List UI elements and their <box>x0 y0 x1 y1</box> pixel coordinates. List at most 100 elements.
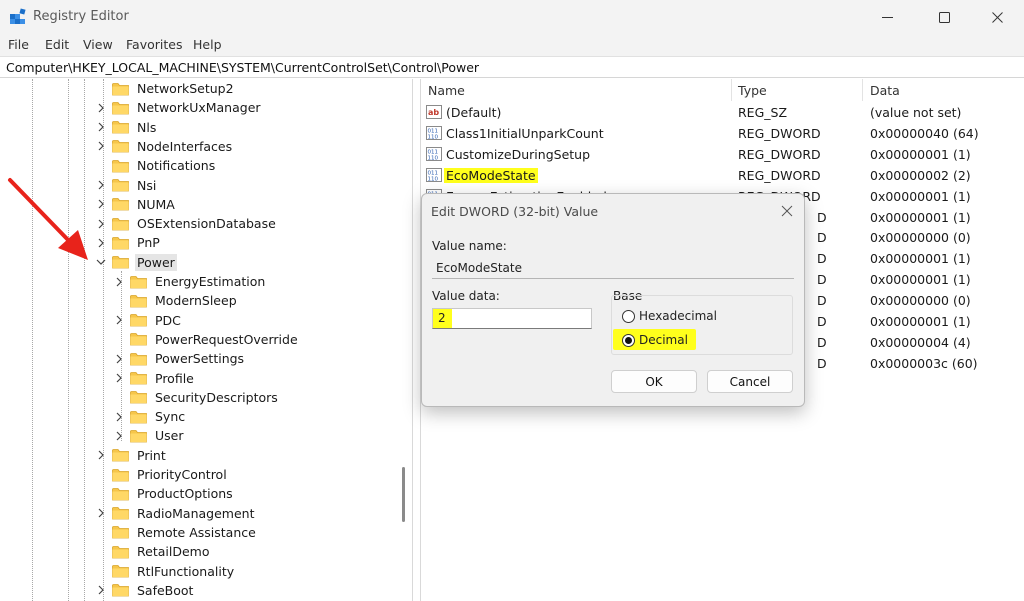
folder-icon <box>112 526 129 539</box>
chevron-right-icon[interactable] <box>113 411 125 423</box>
chevron-right-icon[interactable] <box>113 372 125 384</box>
folder-icon <box>130 333 147 346</box>
cancel-button[interactable]: Cancel <box>707 370 793 393</box>
folder-icon <box>112 545 129 559</box>
tree-node-label: PowerSettings <box>155 351 245 367</box>
decimal-label: Decimal <box>639 333 688 347</box>
maximize-button[interactable] <box>921 0 967 34</box>
value-data-cell: 0x00000040 (64) <box>870 125 979 141</box>
folder-icon <box>130 294 147 308</box>
key-tree-pane[interactable]: NetworkSetup2 NetworkUxManager Nls NodeInte… <box>0 79 413 601</box>
tree-node[interactable]: PowerSettings <box>113 349 246 368</box>
value-data-text: 2 <box>433 309 452 328</box>
tree-node[interactable]: Profile <box>113 369 196 388</box>
chevron-right-icon[interactable] <box>95 449 107 461</box>
tree-scrollbar-thumb[interactable] <box>402 467 405 522</box>
tree-node[interactable]: NUMA <box>95 195 177 214</box>
folder-icon <box>112 82 129 95</box>
value-row[interactable]: 011 110 CustomizeDuringSetup REG_DWORD 0x000… <box>421 144 1024 165</box>
column-header-type[interactable]: Type <box>738 83 767 98</box>
tree-node[interactable]: NodeInterfaces <box>95 137 234 156</box>
tree-node[interactable]: Nsi <box>95 176 158 195</box>
tree-node[interactable]: SafeBoot <box>95 581 195 600</box>
value-type-cell: D <box>817 334 827 350</box>
value-name-text: EcoModeState <box>444 167 538 183</box>
column-separator[interactable] <box>862 79 863 101</box>
dialog-close-icon[interactable] <box>779 203 795 219</box>
minimize-button[interactable] <box>864 0 910 34</box>
hexadecimal-radio[interactable]: Hexadecimal <box>622 309 717 323</box>
tree-node[interactable]: Power <box>95 253 177 272</box>
chevron-right-icon[interactable] <box>113 276 125 288</box>
tree-node[interactable]: PriorityControl <box>95 465 229 484</box>
value-name-text: Class1InitialUnparkCount <box>446 125 604 141</box>
annotation-arrow-icon <box>8 178 88 260</box>
no-expander <box>95 546 107 558</box>
ok-button[interactable]: OK <box>611 370 697 393</box>
tree-node[interactable]: RetailDemo <box>95 542 211 561</box>
registry-editor-app-icon <box>10 8 26 24</box>
tree-node-label: OSExtensionDatabase <box>137 216 276 232</box>
tree-node[interactable]: RtlFunctionality <box>95 562 236 581</box>
tree-node[interactable]: SecurityDescriptors <box>113 388 280 407</box>
value-data-cell: 0x00000001 (1) <box>870 314 971 329</box>
menu-file[interactable]: File <box>8 37 29 52</box>
value-name-text: CustomizeDuringSetup <box>446 146 591 162</box>
column-separator[interactable] <box>731 79 732 101</box>
folder-icon <box>112 217 129 230</box>
tree-node[interactable]: EnergyEstimation <box>113 272 267 291</box>
value-data-cell: 0x00000000 (0) <box>870 293 971 309</box>
chevron-right-icon[interactable] <box>113 353 125 365</box>
tree-node[interactable]: User <box>113 426 186 445</box>
title-bar: Registry Editor <box>0 0 1024 34</box>
tree-node[interactable]: Remote Assistance <box>95 523 258 542</box>
tree-node[interactable]: Notifications <box>95 156 217 175</box>
address-bar[interactable]: Computer\HKEY_LOCAL_MACHINE\SYSTEM\Curre… <box>0 56 1024 78</box>
value-data-input[interactable]: 2 <box>432 308 592 329</box>
chevron-right-icon[interactable] <box>113 314 125 326</box>
tree-node[interactable]: RadioManagement <box>95 504 256 523</box>
tree-node[interactable]: PDC <box>113 311 183 330</box>
tree-node[interactable]: Sync <box>113 407 187 426</box>
close-button[interactable] <box>974 0 1020 34</box>
tree-guide-line <box>84 79 85 601</box>
chevron-right-icon[interactable] <box>95 507 107 519</box>
chevron-right-icon[interactable] <box>95 102 107 114</box>
value-name-label: Value name: <box>432 239 507 253</box>
tree-node-label: User <box>155 428 184 444</box>
tree-node-label: SecurityDescriptors <box>155 389 278 405</box>
tree-node[interactable]: NetworkSetup2 <box>95 79 236 98</box>
svg-text:110: 110 <box>428 134 439 140</box>
decimal-radio[interactable]: Decimal <box>622 333 688 347</box>
chevron-right-icon[interactable] <box>95 121 107 133</box>
minimize-icon <box>881 16 893 18</box>
menu-edit[interactable]: Edit <box>45 37 69 52</box>
value-row[interactable]: ab (Default) REG_SZ (value not set) <box>421 102 1024 123</box>
menu-help[interactable]: Help <box>193 37 222 52</box>
tree-node[interactable]: PowerRequestOverride <box>113 330 300 349</box>
chevron-right-icon[interactable] <box>95 140 107 152</box>
tree-node[interactable]: ProductOptions <box>95 484 235 503</box>
folder-icon <box>112 565 129 578</box>
tree-node-label: NetworkUxManager <box>137 100 261 116</box>
folder-icon <box>112 101 129 115</box>
tree-node-label: PnP <box>137 235 160 251</box>
tree-node[interactable]: PnP <box>95 233 162 252</box>
chevron-right-icon[interactable] <box>113 430 125 442</box>
menu-view[interactable]: View <box>83 37 113 52</box>
tree-node[interactable]: OSExtensionDatabase <box>95 214 278 233</box>
chevron-right-icon[interactable] <box>95 584 107 596</box>
tree-node[interactable]: Print <box>95 446 168 465</box>
tree-node[interactable]: Nls <box>95 118 158 137</box>
string-value-icon: ab <box>426 105 442 119</box>
column-header-name[interactable]: Name <box>428 83 465 98</box>
folder-icon <box>112 236 129 250</box>
column-header-data[interactable]: Data <box>870 83 900 98</box>
value-name-cell: CustomizeDuringSetup <box>446 147 590 162</box>
tree-node[interactable]: NetworkUxManager <box>95 98 263 117</box>
value-row[interactable]: 011 110 Class1InitialUnparkCount REG_DWORD 0… <box>421 123 1024 144</box>
menu-favorites[interactable]: Favorites <box>126 37 182 52</box>
tree-node-label: Nsi <box>137 177 157 193</box>
tree-node[interactable]: ModernSleep <box>113 291 239 310</box>
value-row[interactable]: 011 110 EcoModeState REG_DWORD 0x00000002 (2… <box>421 165 1024 186</box>
